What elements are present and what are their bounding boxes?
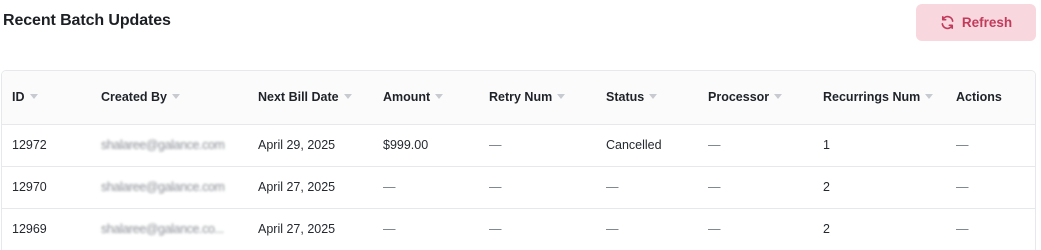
cell-retry-num: — — [479, 124, 596, 167]
sort-caret-icon[interactable] — [435, 94, 444, 100]
refresh-label: Refresh — [961, 15, 1013, 30]
table-row[interactable]: 12972 shalaree@galance.com April 29, 2025 $… — [2, 124, 1035, 167]
cell-actions: — — [946, 166, 1035, 209]
column-header-retry-num[interactable]: Retry Num — [479, 71, 596, 125]
table-body: 12972 shalaree@galance.com April 29, 2025 $… — [2, 124, 1035, 250]
column-header-label: Amount — [383, 90, 431, 105]
cell-id: 12972 — [2, 124, 91, 167]
sort-caret-icon[interactable] — [774, 94, 783, 100]
cell-recurrings-num: 2 — [813, 208, 946, 250]
cell-created-by: shalaree@galance.com — [91, 124, 248, 167]
column-header-label: Actions — [956, 90, 1002, 105]
cell-processor: — — [698, 166, 813, 209]
column-header-status[interactable]: Status — [596, 71, 698, 125]
table-row[interactable]: 12969 shalaree@galance.co... April 27, 202… — [2, 208, 1035, 250]
column-header-label: ID — [12, 90, 25, 105]
column-header-processor[interactable]: Processor — [698, 71, 813, 125]
cell-id: 12969 — [2, 208, 91, 250]
cell-status: Cancelled — [596, 124, 698, 167]
column-header-label: Next Bill Date — [258, 90, 339, 105]
sort-caret-icon[interactable] — [925, 94, 934, 100]
sort-caret-icon[interactable] — [172, 94, 180, 100]
sort-caret-icon[interactable] — [29, 94, 38, 100]
table-header-row: ID Created By Next Bill Date Amount Retry Nu… — [2, 71, 1035, 125]
cell-amount: — — [373, 208, 479, 250]
cell-id: 12970 — [2, 166, 91, 209]
cell-recurrings-num: 2 — [813, 166, 946, 209]
cell-recurrings-num: 1 — [813, 124, 946, 167]
cell-status: — — [596, 208, 698, 250]
column-header-amount[interactable]: Amount — [373, 71, 479, 125]
table-row[interactable]: 12970 shalaree@galance.com April 27, 2025—… — [2, 166, 1035, 209]
column-header-actions: Actions — [946, 71, 1035, 125]
refresh-button[interactable]: Refresh — [916, 4, 1036, 41]
column-header-label: Retry Num — [489, 90, 553, 105]
batch-updates-table: ID Created By Next Bill Date Amount Retry Nu… — [1, 70, 1036, 250]
cell-amount: — — [373, 166, 479, 209]
column-header-label: Processor — [708, 90, 770, 105]
column-header-label: Recurrings Num — [823, 90, 921, 105]
cell-created-by: shalaree@galance.co... — [91, 208, 248, 250]
sort-caret-icon[interactable] — [343, 94, 352, 100]
column-header-next-bill-date[interactable]: Next Bill Date — [248, 71, 373, 125]
page-title: Recent Batch Updates — [3, 12, 171, 29]
column-header-id[interactable]: ID — [2, 71, 91, 125]
cell-retry-num: — — [479, 166, 596, 209]
cell-next-bill-date: April 29, 2025 — [248, 124, 373, 167]
cell-actions: — — [946, 124, 1035, 167]
page-header: Recent Batch Updates Refresh — [0, 0, 1041, 60]
cell-processor: — — [698, 208, 813, 250]
cell-next-bill-date: April 27, 2025 — [248, 208, 373, 250]
column-header-created-by[interactable]: Created By — [91, 71, 248, 125]
column-header-label: Status — [606, 90, 645, 105]
cell-processor: — — [698, 124, 813, 167]
refresh-icon — [941, 15, 954, 30]
cell-next-bill-date: April 27, 2025 — [248, 166, 373, 209]
cell-actions: — — [946, 208, 1035, 250]
sort-caret-icon[interactable] — [649, 94, 658, 100]
sort-caret-icon[interactable] — [557, 94, 566, 100]
cell-created-by: shalaree@galance.com — [91, 166, 248, 209]
column-header-label: Created By — [101, 90, 167, 105]
cell-status: — — [596, 166, 698, 209]
column-header-recurrings-num[interactable]: Recurrings Num — [813, 71, 946, 125]
cell-amount: $999.00 — [373, 124, 479, 167]
cell-retry-num: — — [479, 208, 596, 250]
